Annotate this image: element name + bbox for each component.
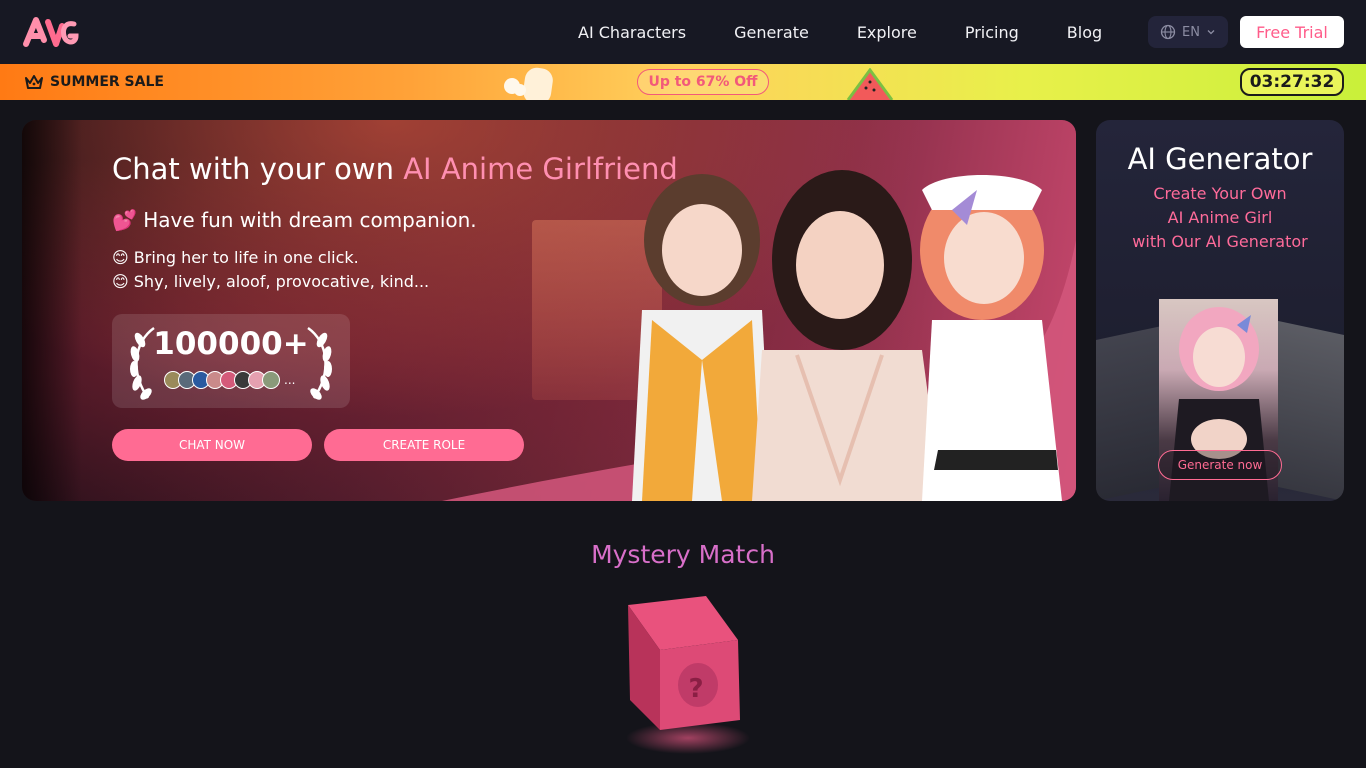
avatar-more: ... (284, 373, 296, 387)
watermelon-icon (846, 68, 894, 100)
nav-link-blog[interactable]: Blog (1067, 23, 1102, 42)
mystery-match-title: Mystery Match (591, 540, 775, 569)
nav-link-ai-characters[interactable]: AI Characters (578, 23, 686, 42)
sale-offer-badge: Up to 67% Off (637, 69, 769, 95)
generator-sample-image-left (1096, 325, 1166, 501)
mystery-box-icon[interactable]: ? (610, 590, 760, 760)
create-role-button[interactable]: CREATE ROLE (324, 429, 524, 461)
hero-title: Chat with your own AI Anime Girlfriend (112, 152, 678, 186)
generate-now-button[interactable]: Generate now (1158, 450, 1282, 480)
chevron-down-icon (1207, 30, 1215, 35)
chat-now-button[interactable]: CHAT NOW (112, 429, 312, 461)
avatar-stack: ... (164, 371, 295, 389)
hero-title-accent: AI Anime Girlfriend (403, 152, 678, 186)
user-count: 100000+ (153, 326, 309, 362)
globe-icon (1160, 24, 1176, 40)
hero-feature-2: 😊 Shy, lively, aloof, provocative, kind.… (112, 272, 430, 291)
crown-icon (25, 75, 43, 89)
language-selector[interactable]: EN (1148, 16, 1228, 48)
mystery-question-mark: ? (688, 674, 703, 704)
generator-sample-image-right (1276, 320, 1344, 501)
nav-link-explore[interactable]: Explore (857, 23, 917, 42)
nav-link-pricing[interactable]: Pricing (965, 23, 1019, 42)
user-count-box: 100000+ ... (112, 314, 350, 408)
hero-title-prefix: Chat with your own (112, 152, 404, 186)
generator-subtitle-1: Create Your Own (1153, 184, 1287, 203)
free-trial-button[interactable]: Free Trial (1240, 16, 1344, 48)
sale-label: SUMMER SALE (50, 74, 164, 90)
hero-banner: Chat with your own AI Anime Girlfriend 💕… (22, 120, 1076, 501)
generator-subtitle-2: AI Anime Girl (1167, 208, 1273, 227)
nav-links: AI Characters Generate Explore Pricing B… (578, 0, 1150, 64)
generator-title: AI Generator (1127, 142, 1313, 176)
ai-generator-card[interactable]: AI Generator Create Your Own AI Anime Gi… (1096, 120, 1344, 501)
summer-sale-banner[interactable]: SUMMER SALE Up to 67% Off 03:27:32 (0, 64, 1366, 100)
sale-countdown-timer: 03:27:32 (1240, 68, 1344, 96)
hero-feature-1: 😊 Bring her to life in one click. (112, 248, 359, 267)
sale-label-group: SUMMER SALE (24, 64, 164, 100)
top-nav: AI Characters Generate Explore Pricing B… (0, 0, 1366, 64)
language-label: EN (1182, 24, 1200, 40)
ice-cream-icon (504, 67, 553, 100)
avatar (262, 371, 280, 389)
anime-characters-illustration (632, 170, 1062, 501)
logo-icon[interactable] (22, 14, 80, 50)
hero-subtitle: 💕 Have fun with dream companion. (112, 208, 477, 232)
nav-link-generate[interactable]: Generate (734, 23, 809, 42)
generator-subtitle-3: with Our AI Generator (1132, 232, 1308, 251)
